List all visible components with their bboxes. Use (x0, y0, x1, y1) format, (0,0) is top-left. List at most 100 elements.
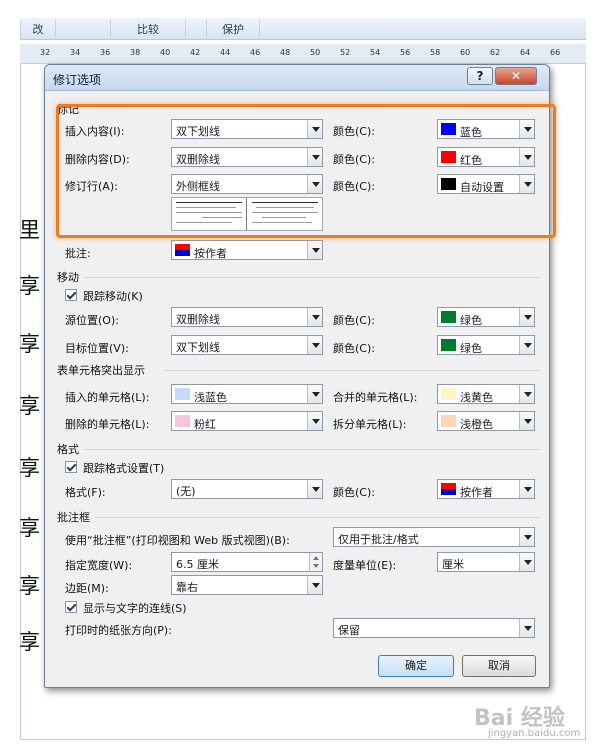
color-swatch (441, 415, 456, 427)
chevron-down-icon[interactable] (307, 336, 322, 354)
ribbon-tab-review[interactable]: 改 (20, 20, 56, 40)
preferred-width-label: 指定宽度(W): (65, 559, 133, 572)
highlight-frame (56, 104, 556, 238)
ruler-tick-label: 60 (460, 48, 471, 57)
section-divider (163, 370, 541, 371)
spinner-icon[interactable] (309, 553, 322, 571)
chevron-down-icon[interactable] (519, 308, 534, 326)
inserted-cells-dropdown[interactable]: 浅蓝色 (171, 384, 323, 404)
ruler-tick-label: 48 (280, 48, 291, 57)
ribbon-bar: 改 比较 保护 (20, 18, 586, 40)
color-swatch (175, 415, 190, 427)
ruler-tick-label: 42 (190, 48, 201, 57)
document-glyph: 享 (19, 630, 40, 654)
chevron-down-icon[interactable] (519, 553, 534, 571)
split-cells-dropdown[interactable]: 浅橙色 (437, 411, 535, 431)
ruler-tick-label: 52 (340, 48, 351, 57)
use-balloons-label: 使用“批注框”(打印视图和 Web 版式视图)(B): (65, 534, 290, 547)
ruler-tick-label: 38 (130, 48, 141, 57)
ruler-tick-label: 54 (370, 48, 381, 57)
margin-value: 靠右 (176, 581, 198, 594)
moved-from-color-dropdown[interactable]: 绿色 (437, 307, 535, 327)
moved-to-dropdown[interactable]: 双下划线 (171, 335, 323, 355)
help-button[interactable]: ? (467, 67, 493, 85)
preferred-width-input[interactable]: 6.5 厘米 (171, 552, 323, 572)
move-section-title: 移动 (57, 271, 79, 284)
merged-cells-dropdown[interactable]: 浅黄色 (437, 384, 535, 404)
section-divider (83, 277, 541, 278)
inserted-cells-value: 浅蓝色 (194, 391, 227, 404)
margin-label: 边距(M): (65, 582, 109, 595)
measure-unit-dropdown[interactable]: 厘米 (437, 552, 535, 572)
moved-to-color-value: 绿色 (460, 342, 482, 355)
deleted-cells-dropdown[interactable]: 粉红 (171, 411, 323, 431)
deleted-cells-label: 删除的单元格(L): (65, 418, 150, 431)
chevron-down-icon[interactable] (519, 480, 534, 498)
moved-to-color-dropdown[interactable]: 绿色 (437, 335, 535, 355)
moved-from-label: 源位置(O): (65, 314, 119, 327)
show-lines-checkbox[interactable] (65, 601, 77, 613)
track-moves-checkbox[interactable] (65, 289, 77, 301)
ribbon-tab-compare[interactable]: 比较 (110, 20, 186, 40)
chevron-down-icon[interactable] (307, 480, 322, 498)
measure-unit-label: 度量单位(E): (333, 559, 397, 572)
chevron-down-icon[interactable] (307, 308, 322, 326)
document-glyph: 享 (19, 394, 40, 418)
ruler-tick-label: 58 (430, 48, 441, 57)
chevron-down-icon[interactable] (519, 528, 534, 546)
color-swatch (175, 388, 190, 400)
document-glyph: 享 (19, 274, 40, 298)
show-lines-label: 显示与文字的连线(S) (83, 602, 187, 615)
cancel-button[interactable]: 取消 (462, 655, 536, 677)
chevron-down-icon[interactable] (307, 576, 322, 594)
format-section-title: 格式 (57, 443, 79, 456)
comment-color-dropdown[interactable]: 按作者 (171, 240, 323, 260)
format-dropdown[interactable]: (无) (171, 479, 323, 499)
ruler-tick-label: 34 (70, 48, 81, 57)
paper-orientation-value: 保留 (338, 624, 360, 637)
ruler-tick-label: 62 (490, 48, 501, 57)
chevron-down-icon[interactable] (307, 385, 322, 403)
moved-from-dropdown[interactable]: 双删除线 (171, 307, 323, 327)
format-value: (无) (176, 485, 196, 498)
close-button[interactable]: ✕ (495, 67, 537, 85)
table-section-title: 表单元格突出显示 (57, 364, 145, 377)
margin-dropdown[interactable]: 靠右 (171, 575, 323, 595)
moved-from-color-value: 绿色 (460, 314, 482, 327)
dialog-titlebar[interactable]: 修订选项 ? ✕ (45, 65, 549, 91)
format-color-label: 颜色(C): (333, 486, 375, 499)
section-divider (83, 449, 541, 450)
balloons-section-title: 批注框 (57, 511, 90, 524)
use-balloons-dropdown[interactable]: 仅用于批注/格式 (333, 527, 535, 547)
document-glyph: 享 (19, 332, 40, 356)
section-divider (95, 517, 541, 518)
baidu-watermark-url: jingyan.baidu.com (488, 728, 581, 739)
chevron-down-icon[interactable] (519, 336, 534, 354)
format-color-dropdown[interactable]: 按作者 (437, 479, 535, 499)
comment-color-value: 按作者 (194, 247, 227, 260)
merged-cells-value: 浅黄色 (460, 391, 493, 404)
ruler-tick-label: 44 (220, 48, 231, 57)
ruler-tick-label: 50 (310, 48, 321, 57)
color-swatch (441, 339, 456, 351)
paper-orientation-dropdown[interactable]: 保留 (333, 618, 535, 638)
document-glyph: 享 (19, 574, 40, 598)
dialog-title: 修订选项 (53, 73, 102, 87)
inserted-cells-label: 插入的单元格(L): (65, 391, 150, 404)
chevron-down-icon[interactable] (519, 619, 534, 637)
format-color-value: 按作者 (460, 486, 493, 499)
chevron-down-icon[interactable] (519, 385, 534, 403)
document-glyph: 享 (19, 456, 40, 480)
chevron-down-icon[interactable] (307, 241, 322, 259)
ruler-tick-label: 56 (400, 48, 411, 57)
moved-from-color-label: 颜色(C): (333, 314, 375, 327)
ok-button[interactable]: 确定 (378, 655, 454, 677)
paper-orientation-label: 打印时的纸张方向(P): (65, 624, 172, 637)
chevron-down-icon[interactable] (307, 412, 322, 430)
track-formatting-checkbox[interactable] (65, 461, 77, 473)
ruler-tick-label: 46 (250, 48, 261, 57)
deleted-cells-value: 粉红 (194, 418, 216, 431)
chevron-down-icon[interactable] (519, 412, 534, 430)
ribbon-tab-protect[interactable]: 保护 (206, 20, 260, 40)
preferred-width-value: 6.5 厘米 (176, 558, 219, 571)
